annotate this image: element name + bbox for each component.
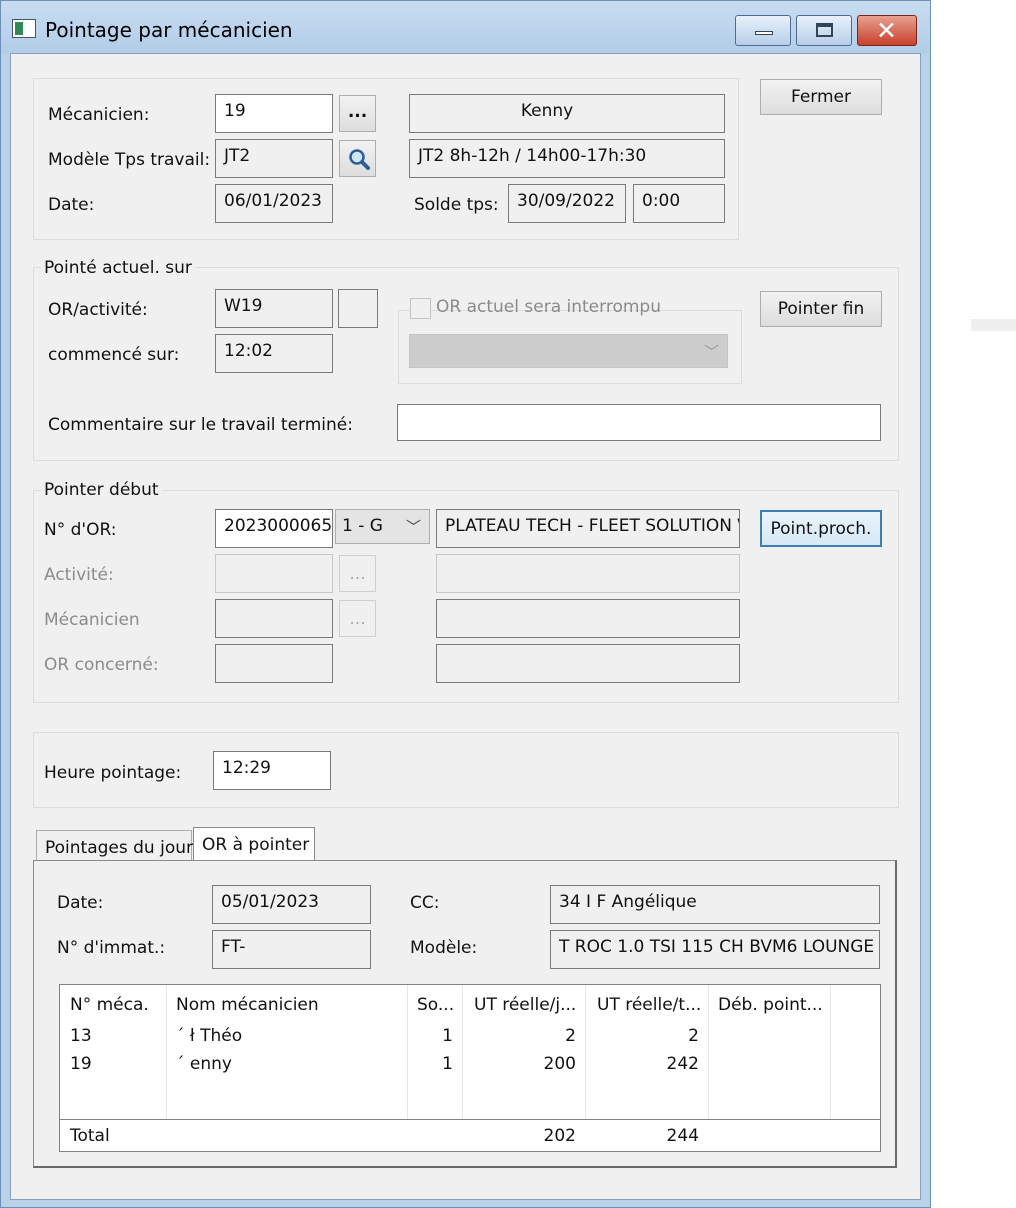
or-concerne-input[interactable] — [215, 644, 333, 683]
heure-input[interactable]: 12:29 — [213, 751, 331, 790]
mecanicien-start-description-field — [436, 599, 740, 638]
maximize-button[interactable] — [796, 15, 852, 46]
point-proch-button[interactable]: Point.proch. — [760, 510, 882, 547]
or-concerne-description-field — [436, 644, 740, 683]
commence-label: commencé sur: — [48, 345, 180, 365]
cell-ut-jour: 2 — [565, 1026, 576, 1046]
minimize-icon — [755, 31, 773, 35]
mecanicien-table[interactable]: N° méca. Nom mécanicien So... UT réelle/… — [59, 984, 881, 1152]
commence-field: 12:02 — [215, 334, 333, 373]
mecanicien-start-input[interactable] — [215, 599, 333, 638]
mecanicien-input[interactable]: 19 — [215, 94, 333, 133]
column-header-so[interactable]: So... — [417, 995, 454, 1015]
or-concerne-label: OR concerné: — [44, 655, 159, 675]
or-activite-extra-field — [338, 289, 378, 328]
mecanicien-browse-button[interactable]: ... — [339, 95, 376, 132]
cell-ut-total: 2 — [688, 1026, 699, 1046]
close-button[interactable]: ✕ — [857, 15, 917, 46]
total-ut-total: 244 — [666, 1126, 699, 1146]
interrompu-select[interactable]: ﹀ — [409, 334, 728, 368]
panel-immat-field: FT- — [212, 930, 371, 969]
cell-nom: ´ ł Théo — [176, 1026, 243, 1046]
activite-input[interactable] — [215, 554, 333, 593]
table-row[interactable]: 19 ´ enny 1 200 242 — [60, 1054, 880, 1082]
panel-modele-label: Modèle: — [410, 938, 478, 958]
column-header-ut-total[interactable]: UT réelle/t... — [597, 995, 701, 1015]
panel-date-label: Date: — [57, 893, 104, 913]
solde-label: Solde tps: — [414, 195, 499, 215]
cell-no-meca: 13 — [70, 1026, 92, 1046]
minimize-button[interactable] — [735, 15, 791, 46]
or-activite-label: OR/activité: — [48, 300, 148, 320]
modele-search-button[interactable] — [339, 140, 376, 177]
cell-ut-jour: 200 — [543, 1054, 576, 1074]
solde-time-field: 0:00 — [633, 184, 725, 223]
close-icon: ✕ — [876, 16, 897, 45]
nor-input[interactable]: 2023000065 — [215, 509, 333, 548]
mecanicien-start-label: Mécanicien — [44, 610, 140, 630]
cell-no-meca: 19 — [70, 1054, 92, 1074]
date-field[interactable]: 06/01/2023 — [215, 184, 333, 223]
column-header-deb-point[interactable]: Déb. point... — [718, 995, 823, 1015]
table-row[interactable]: 13 ´ ł Théo 1 2 2 — [60, 1026, 880, 1054]
interrompu-checkbox[interactable] — [410, 298, 431, 319]
modele-field[interactable]: JT2 — [215, 139, 333, 178]
cell-so: 1 — [442, 1026, 453, 1046]
column-header-ut-jour[interactable]: UT réelle/j... — [474, 995, 576, 1015]
date-label: Date: — [48, 195, 95, 215]
modele-label: Modèle Tps travail: — [48, 150, 211, 170]
commentaire-input[interactable] — [397, 404, 881, 441]
chevron-down-icon: ﹀ — [703, 343, 719, 361]
current-group-legend: Pointé actuel. sur — [41, 258, 195, 278]
maximize-icon — [816, 23, 833, 37]
mecanicien-label: Mécanicien: — [48, 105, 150, 125]
tab-or-a-pointer[interactable]: OR à pointer — [193, 827, 315, 863]
table-total-row: Total 202 244 — [60, 1119, 880, 1151]
start-group-legend: Pointer début — [41, 480, 162, 500]
mecanicien-start-browse-button[interactable]: ... — [339, 600, 376, 637]
panel-date-field: 05/01/2023 — [212, 885, 371, 924]
activite-browse-button[interactable]: ... — [339, 555, 376, 592]
cell-ut-total: 242 — [666, 1054, 699, 1074]
window-title: Pointage par mécanicien — [45, 18, 293, 42]
nor-description-field: PLATEAU TECH - FLEET SOLUTION \ — [436, 509, 740, 548]
or-activite-field: W19 — [215, 289, 333, 328]
title-bar[interactable]: Pointage par mécanicien ✕ — [1, 1, 930, 53]
fermer-button[interactable]: Fermer — [760, 79, 882, 115]
modele-description-field: JT2 8h-12h / 14h00-17h:30 — [409, 139, 725, 178]
panel-cc-field: 34 I F Angélique — [550, 885, 880, 924]
tab-pointages-du-jour[interactable]: Pointages du jour — [36, 830, 193, 863]
mecanicien-name-field: Kenny — [409, 94, 725, 133]
form-client-area: Mécanicien: 19 ... Kenny Fermer Modèle T… — [10, 53, 921, 1200]
panel-immat-label: N° d'immat.: — [57, 938, 166, 958]
heure-label: Heure pointage: — [44, 763, 182, 783]
nor-select-value: 1 - G — [342, 516, 383, 536]
pointer-fin-button[interactable]: Pointer fin — [760, 291, 882, 327]
panel-modele-field: T ROC 1.0 TSI 115 CH BVM6 LOUNGE — [550, 930, 880, 969]
interrompu-label: OR actuel sera interrompu — [436, 297, 661, 317]
application-window: Pointage par mécanicien ✕ Mécanicien: 19… — [0, 0, 931, 1208]
cell-so: 1 — [442, 1054, 453, 1074]
total-ut-jour: 202 — [543, 1126, 576, 1146]
magnifier-icon — [349, 149, 370, 170]
nor-select[interactable]: 1 - G ﹀ — [335, 509, 430, 544]
commentaire-label: Commentaire sur le travail terminé: — [48, 415, 353, 435]
activite-label: Activité: — [44, 565, 114, 585]
activite-description-field — [436, 554, 740, 593]
column-header-nom[interactable]: Nom mécanicien — [176, 995, 319, 1015]
solde-date-field: 30/09/2022 — [508, 184, 626, 223]
app-window-icon — [12, 19, 36, 38]
column-header-no-meca[interactable]: N° méca. — [70, 995, 149, 1015]
cell-nom: ´ enny — [176, 1054, 232, 1074]
chevron-down-icon: ﹀ — [405, 518, 421, 536]
total-label: Total — [70, 1126, 110, 1146]
nor-label: N° d'OR: — [44, 520, 117, 540]
background-strip — [971, 319, 1016, 331]
panel-cc-label: CC: — [410, 893, 440, 913]
